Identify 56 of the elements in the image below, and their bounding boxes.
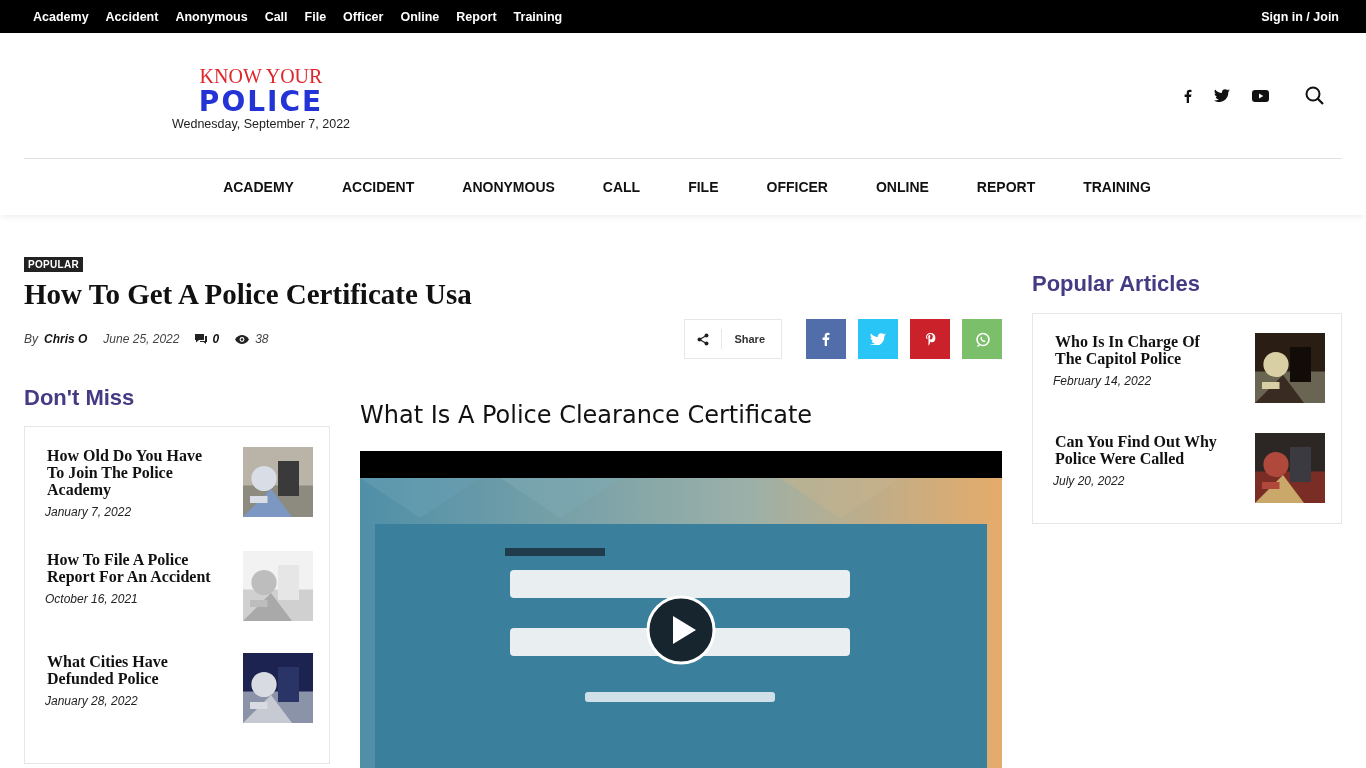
pinterest-share-button[interactable]	[910, 319, 950, 359]
pinterest-icon	[924, 332, 936, 346]
comment-count: 0	[212, 332, 220, 346]
facebook-icon	[822, 332, 830, 346]
share-button[interactable]: Share	[684, 319, 782, 359]
search-icon[interactable]	[1305, 86, 1324, 105]
whatsapp-icon	[974, 331, 990, 347]
top-menu-link[interactable]: Anonymous	[175, 9, 248, 24]
top-menu-link[interactable]: File	[304, 9, 327, 24]
top-menu-link[interactable]: Online	[400, 9, 440, 24]
nav-link[interactable]: FILE	[688, 179, 719, 195]
byline-label: By	[24, 332, 38, 346]
nav-link[interactable]: ANONYMOUS	[462, 179, 555, 195]
nav-link[interactable]: ACADEMY	[223, 179, 294, 195]
section-title: Don't Miss	[24, 385, 136, 411]
share-icon	[697, 332, 710, 346]
post-title-link[interactable]: Who Is In Charge Of The Capitol Police	[1053, 333, 1225, 367]
top-menu-link[interactable]: Call	[264, 9, 288, 24]
comment-icon	[195, 334, 208, 344]
top-menu-link[interactable]: Academy	[33, 9, 89, 24]
article-title: How To Get A Police Certificate Usa	[24, 278, 473, 311]
top-menu-link[interactable]: Report	[456, 9, 497, 24]
facebook-share-button[interactable]	[806, 319, 846, 359]
nav-link[interactable]: REPORT	[976, 179, 1036, 195]
logo-text: KNOW YOUR	[199, 64, 323, 87]
section-heading: What Is A Police Clearance Certificate	[360, 401, 814, 429]
logo-text: POLICE	[198, 86, 324, 117]
twitter-icon	[870, 333, 886, 345]
nav-link[interactable]: TRAINING	[1083, 179, 1151, 195]
twitter-icon[interactable]	[1214, 89, 1230, 102]
top-menu-link[interactable]: Training	[513, 9, 563, 24]
video-play-icon[interactable]	[1252, 89, 1269, 102]
post-date: February 14, 2022	[1053, 374, 1153, 388]
post-title-link[interactable]: What Cities Have Defunded Police	[45, 653, 217, 687]
category-tag[interactable]: POPULAR	[24, 257, 83, 272]
post-date: January 7, 2022	[45, 505, 133, 519]
post-title-link[interactable]: How Old Do You Have To Join The Police Academy	[45, 447, 217, 498]
nav-link[interactable]: ACCIDENT	[341, 179, 415, 195]
header-date: Wednesday, September 7, 2022	[171, 116, 351, 131]
post-date: October 16, 2021	[45, 592, 139, 606]
article-date: June 25, 2022	[103, 332, 180, 346]
view-count: 38	[255, 332, 269, 346]
post-title-link[interactable]: Can You Find Out Why Police Were Called	[1053, 433, 1225, 467]
sign-in-link[interactable]: Sign in / Join	[1261, 9, 1339, 24]
eye-icon	[235, 334, 250, 344]
author-link[interactable]: Chris O	[44, 332, 88, 346]
nav-link[interactable]: CALL	[602, 179, 641, 195]
facebook-icon[interactable]	[1184, 88, 1192, 103]
top-menu-link[interactable]: Officer	[343, 9, 384, 24]
post-title-link[interactable]: How To File A Police Report For An Accident	[45, 551, 217, 585]
nav-link[interactable]: ONLINE	[875, 179, 929, 195]
nav-link[interactable]: OFFICER	[766, 179, 828, 195]
post-date: July 20, 2022	[1053, 474, 1126, 488]
section-title: Popular Articles	[1032, 271, 1201, 297]
post-date: January 28, 2022	[45, 694, 139, 708]
top-menu-link[interactable]: Accident	[105, 9, 159, 24]
